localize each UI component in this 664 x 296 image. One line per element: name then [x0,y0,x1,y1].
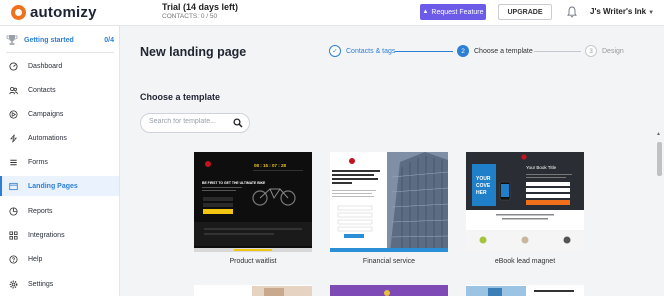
svg-text:Your Book Title: Your Book Title [526,165,557,170]
sidebar-item-label: Reports [28,207,53,215]
getting-started-progress [6,52,114,53]
sidebar-item-label: Automations [28,134,67,142]
ebook-lead-magnet-preview: YOUR COVE HER Your Book Title [466,154,584,252]
account-name: J's Writer's Ink [590,7,647,16]
help-icon [9,254,18,264]
template-search [140,113,250,133]
getting-started-count: 0/4 [104,36,114,44]
step-connector-done [395,51,453,52]
svg-text:08 : 15 : 07 : 28: 08 : 15 : 07 : 28 [254,163,287,168]
template-thumbnail[interactable] [330,152,448,252]
brand-name: automizy [30,4,97,21]
sidebar-item-automations[interactable]: Automations [0,128,119,148]
step-label: Choose a template [474,47,533,55]
sidebar-item-contacts[interactable]: Contacts [0,80,119,100]
section-title: Choose a template [140,92,221,102]
template-card-row2-2[interactable] [330,285,448,296]
campaigns-icon [9,109,18,119]
step-label: Contacts & tags [346,47,396,55]
sidebar-item-help[interactable]: Help [0,249,119,269]
sidebar-item-forms[interactable]: Forms [0,152,119,172]
integrations-icon [9,230,18,240]
request-feature-label: Request Feature [431,8,484,16]
template-thumbnail[interactable]: YOUR COVE HER Your Book Title [466,152,584,252]
account-menu[interactable]: J's Writer's Ink ▼ [590,7,654,16]
sidebar-item-integrations[interactable]: Integrations [0,225,119,245]
landing-pages-icon [9,182,18,190]
step-choose-template: 2 Choose a template [457,45,533,57]
brand-logo[interactable]: automizy [11,4,97,21]
upgrade-button[interactable]: UPGRADE [498,4,552,20]
top-bar: automizy Trial (14 days left) CONTACTS: … [0,0,664,26]
template-card-product-waitlist[interactable]: 08 : 15 : 07 : 28 BE FIRST TO GET THE UL… [194,152,312,265]
template-thumbnail-partial [252,286,312,296]
chevron-down-icon: ▼ [648,10,655,16]
svg-text:HER: HER [476,190,487,196]
scroll-up-arrow-icon[interactable]: ▲ [656,131,661,137]
template-name: eBook lead magnet [494,258,556,265]
template-card-row2-1[interactable] [194,285,312,296]
svg-text:BE FIRST TO GET THE ULTIMATE B: BE FIRST TO GET THE ULTIMATE BIKE [202,181,266,185]
contacts-icon [9,86,18,94]
page-title: New landing page [140,45,247,59]
notification-bell-icon[interactable] [567,6,577,18]
svg-text:COVE: COVE [476,183,491,189]
trial-status: Trial (14 days left) CONTACTS: 0 / 50 [162,2,238,20]
check-icon: ✓ [329,45,341,57]
financial-service-preview [330,152,448,252]
sidebar-item-label: Landing Pages [28,182,78,190]
trophy-icon [6,35,18,45]
trial-title: Trial (14 days left) [162,2,239,12]
sidebar-item-dashboard[interactable]: Dashboard [0,56,119,76]
template-card-financial-service[interactable]: Financial service [330,152,448,265]
sidebar-item-campaigns[interactable]: Campaigns [0,104,119,124]
forms-icon [10,159,17,165]
sidebar-item-label: Integrations [28,231,65,239]
product-waitlist-preview: 08 : 15 : 07 : 28 BE FIRST TO GET THE UL… [194,161,312,252]
sidebar-item-label: Help [28,255,43,263]
template-card-ebook-lead-magnet[interactable]: YOUR COVE HER Your Book Title eBook lead… [466,152,584,265]
step-number: 2 [457,45,469,57]
template-thumbnail-partial [466,286,574,296]
step-contacts-tags[interactable]: ✓ Contacts & tags [329,45,395,57]
template-name: Product waitlist [229,258,277,265]
search-icon[interactable] [233,118,243,128]
sidebar-item-label: Campaigns [28,110,64,118]
getting-started-label: Getting started [24,36,74,44]
sidebar-item-reports[interactable]: Reports [0,201,119,221]
reports-icon [9,206,18,216]
scrollbar-thumb[interactable] [657,142,662,176]
step-number: 3 [585,45,597,57]
template-card-row2-3[interactable] [466,285,584,296]
automizy-logo-icon [11,5,26,20]
search-input[interactable] [149,118,231,125]
sidebar-item-label: Forms [28,158,48,166]
megaphone-icon: ▲ [422,9,429,15]
template-thumbnail[interactable]: 08 : 15 : 07 : 28 BE FIRST TO GET THE UL… [194,152,312,252]
sidebar: Getting started 0/4 Dashboard Contacts C… [0,26,120,296]
sidebar-item-label: Contacts [28,86,56,94]
trial-contacts: CONTACTS: 0 / 50 [162,13,218,20]
sidebar-item-label: Settings [28,280,54,288]
sidebar-item-label: Dashboard [28,62,63,70]
step-design: 3 Design [585,45,624,57]
getting-started-item[interactable]: Getting started 0/4 [6,30,114,50]
template-name: Financial service [362,258,416,265]
dashboard-icon [9,61,18,71]
settings-icon [9,280,18,288]
sidebar-item-landing-pages[interactable]: Landing Pages [0,176,119,196]
step-label: Design [602,47,624,55]
template-thumbnail-partial [384,290,390,296]
svg-text:YOUR: YOUR [476,176,491,182]
step-connector-pending [534,51,581,52]
request-feature-button[interactable]: ▲ Request Feature [420,4,486,20]
wizard-stepper: ✓ Contacts & tags 2 Choose a template 3 … [329,45,629,59]
automations-icon [10,133,17,143]
sidebar-item-settings[interactable]: Settings [0,274,119,294]
